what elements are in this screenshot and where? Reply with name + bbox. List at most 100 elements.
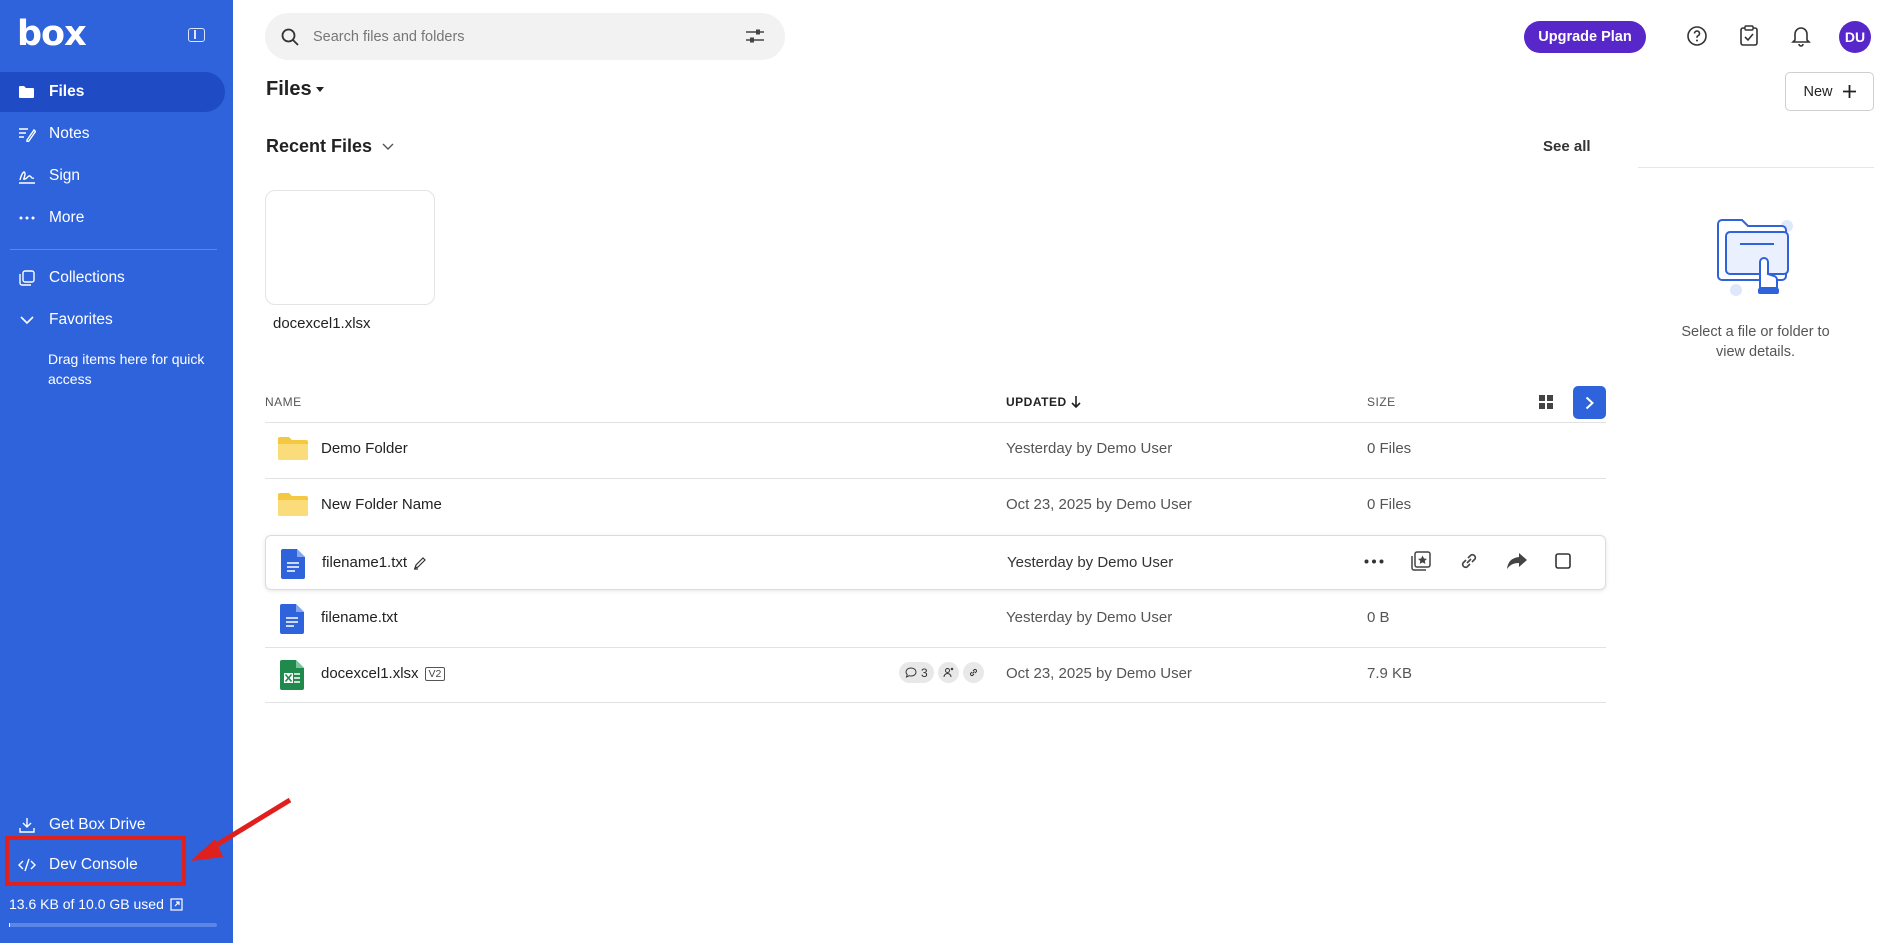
sidebar-item-sign[interactable]: Sign	[0, 156, 225, 196]
table-row[interactable]: filename.txt Yesterday by Demo User 0 B	[265, 591, 1606, 646]
recent-file-name[interactable]: docexcel1.xlsx	[273, 315, 371, 332]
favorite-collection-icon[interactable]	[1410, 550, 1432, 572]
see-all-link[interactable]: See all	[1543, 138, 1591, 155]
more-icon	[0, 216, 49, 220]
chevron-down-icon	[0, 316, 49, 324]
link-icon[interactable]	[1458, 550, 1480, 572]
sidebar-item-label: Favorites	[49, 311, 113, 328]
recent-file-thumbnail[interactable]	[265, 190, 435, 305]
upgrade-plan-button[interactable]: Upgrade Plan	[1524, 21, 1646, 53]
shared-link-pill[interactable]	[962, 662, 984, 683]
chevron-down-icon	[382, 143, 394, 150]
tasks-icon[interactable]	[1737, 24, 1761, 48]
document-icon	[281, 549, 305, 579]
column-header-updated-label: UPDATED	[1006, 395, 1067, 409]
sidebar-collapse-icon[interactable]	[188, 28, 205, 42]
collections-icon	[0, 270, 49, 286]
file-name[interactable]: Demo Folder	[321, 440, 408, 457]
pencil-icon[interactable]	[413, 556, 427, 570]
storage-bar-fill	[9, 923, 10, 927]
folder-icon	[278, 437, 308, 460]
file-updated: Yesterday by Demo User	[1007, 554, 1174, 571]
file-updated: Yesterday by Demo User	[1006, 440, 1173, 457]
table-divider	[265, 702, 1606, 703]
storage-text: 13.6 KB of 10.0 GB used	[9, 896, 164, 912]
storage-usage[interactable]: 13.6 KB of 10.0 GB used	[9, 896, 183, 912]
sidebar-divider	[10, 249, 217, 250]
version-badge[interactable]: V2	[424, 666, 446, 681]
recent-files-header[interactable]: Recent Files	[266, 136, 394, 157]
external-link-icon	[170, 897, 183, 911]
file-size: 0 Files	[1367, 440, 1412, 457]
column-header-size[interactable]: SIZE	[1367, 395, 1396, 409]
column-header-name[interactable]: NAME	[265, 395, 302, 409]
file-name[interactable]: filename.txt	[321, 609, 398, 626]
sidebar-item-label: Notes	[49, 125, 90, 142]
collaborators-pill[interactable]	[937, 662, 959, 683]
file-updated: Oct 23, 2025 by Demo User	[1006, 665, 1192, 682]
new-button[interactable]: New	[1785, 72, 1874, 111]
details-panel-toggle[interactable]	[1573, 386, 1606, 419]
file-name[interactable]: filename1.txt	[322, 554, 407, 571]
details-empty-text: Select a file or folder to view details.	[1681, 324, 1830, 360]
file-size: 7.9 KB	[1367, 665, 1413, 682]
help-icon[interactable]	[1685, 24, 1709, 48]
filter-icon[interactable]	[745, 29, 765, 43]
link-icon	[969, 668, 977, 677]
share-icon[interactable]	[1506, 551, 1528, 571]
notes-icon	[0, 126, 49, 142]
file-name-wrap: docexcel1.xlsx V2	[321, 665, 446, 682]
sidebar-item-files[interactable]: Files	[0, 72, 225, 112]
chevron-right-icon	[1585, 396, 1594, 409]
annotation-highlight-box	[5, 836, 186, 886]
comments-pill[interactable]: 3	[899, 662, 934, 683]
empty-details-illustration	[1717, 219, 1793, 296]
excel-icon	[280, 660, 304, 690]
sidebar-item-label: Get Box Drive	[49, 816, 146, 833]
table-row[interactable]: filename1.txt Yesterday by Demo User	[265, 535, 1606, 590]
arrow-down-icon	[1071, 396, 1081, 408]
box-logo[interactable]: box	[17, 14, 87, 54]
annotation-arrow	[191, 797, 292, 861]
file-size: 0 B	[1367, 609, 1390, 626]
search-icon	[281, 28, 299, 46]
column-header-updated[interactable]: UPDATED	[1006, 395, 1081, 409]
sidebar-item-label: More	[49, 209, 85, 226]
search-bar[interactable]	[265, 13, 785, 60]
more-options-icon[interactable]	[1364, 559, 1384, 564]
bell-icon[interactable]	[1789, 24, 1813, 48]
table-row[interactable]: New Folder Name Oct 23, 2025 by Demo Use…	[265, 478, 1606, 533]
sidebar-item-more[interactable]: More	[0, 198, 225, 238]
table-row[interactable]: docexcel1.xlsx V2 3 Oct 23, 2025 by Demo…	[265, 647, 1606, 702]
sidebar-item-notes[interactable]: Notes	[0, 114, 225, 154]
comment-count: 3	[921, 665, 928, 680]
grid-view-icon[interactable]	[1538, 394, 1554, 415]
checkbox-icon[interactable]	[1554, 552, 1572, 570]
sidebar-item-collections[interactable]: Collections	[0, 258, 225, 298]
search-input[interactable]	[313, 28, 713, 45]
recent-files-title: Recent Files	[266, 136, 373, 156]
caret-down-icon	[315, 87, 324, 92]
file-name-wrap: filename1.txt	[322, 554, 427, 571]
avatar[interactable]: DU	[1839, 21, 1871, 53]
folder-icon	[278, 493, 308, 516]
sidebar-item-label: Collections	[49, 269, 125, 286]
download-icon	[0, 817, 49, 833]
details-divider	[1638, 167, 1874, 168]
favorites-hint: Drag items here for quick access	[48, 351, 205, 387]
file-updated: Oct 23, 2025 by Demo User	[1006, 496, 1192, 513]
sidebar-item-label: Sign	[49, 167, 81, 184]
file-name[interactable]: docexcel1.xlsx	[321, 665, 419, 682]
table-row[interactable]: Demo Folder Yesterday by Demo User 0 Fil…	[265, 422, 1606, 477]
page-title-text: Files	[266, 78, 312, 100]
folder-icon	[0, 85, 49, 99]
file-updated: Yesterday by Demo User	[1006, 609, 1173, 626]
sidebar-item-label: Files	[49, 83, 85, 100]
file-name[interactable]: New Folder Name	[321, 496, 442, 513]
sidebar-item-favorites[interactable]: Favorites	[0, 300, 225, 340]
document-icon	[280, 604, 304, 634]
page-title[interactable]: Files	[266, 78, 324, 101]
file-meta: 3	[899, 662, 984, 683]
sign-icon	[0, 168, 49, 184]
collaborator-icon	[943, 667, 954, 678]
